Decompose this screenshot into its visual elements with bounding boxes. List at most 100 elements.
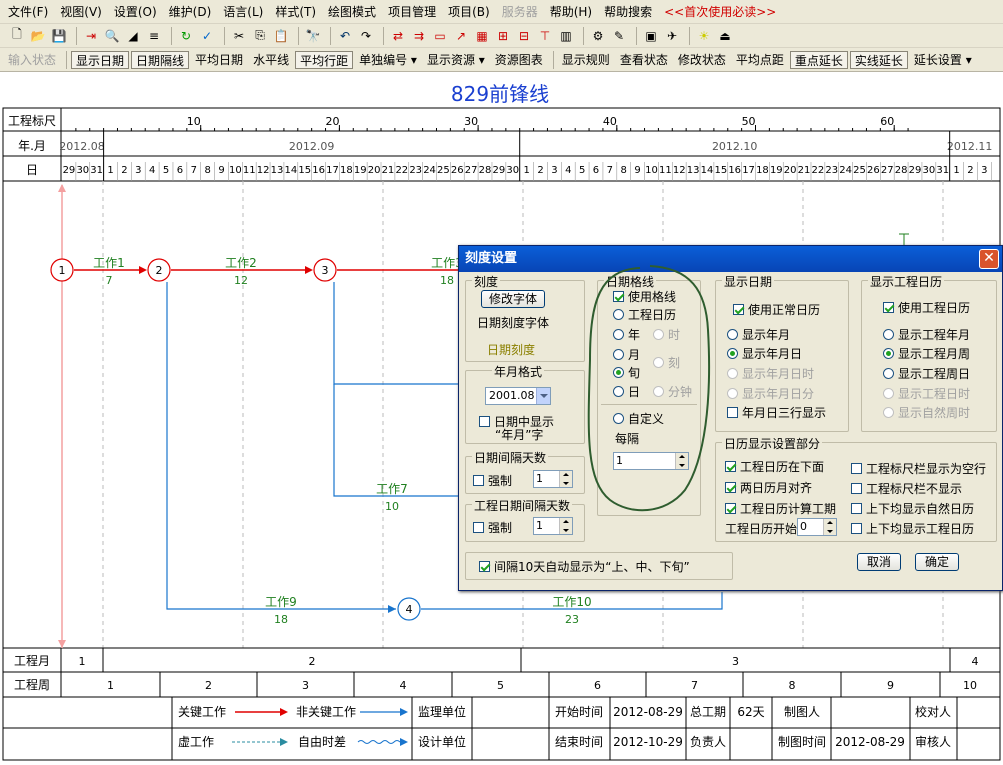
menu-item-1[interactable]: 视图(V)	[60, 3, 102, 20]
toggle-11[interactable]: 修改状态	[674, 51, 730, 69]
radio-minute[interactable]: 分钟	[653, 383, 692, 400]
both-proj-checkbox[interactable]: 上下均显示工程日历	[851, 520, 974, 537]
cut-icon[interactable]: ✂	[230, 27, 248, 45]
copy-icon[interactable]: ⎘	[251, 27, 269, 45]
close-icon[interactable]: ✕	[979, 249, 999, 269]
network-icon[interactable]: ⇄	[389, 27, 407, 45]
aircraft-icon[interactable]: ✈	[663, 27, 681, 45]
radio-year[interactable]: 年	[613, 326, 640, 343]
print-preview-icon[interactable]: 🔍	[103, 27, 121, 45]
redo-icon[interactable]: ↷	[357, 27, 375, 45]
ymd-three-rows-checkbox[interactable]: 年月日三行显示	[727, 404, 826, 421]
undo-icon[interactable]: ↶	[336, 27, 354, 45]
toggle-14[interactable]: 实线延长	[849, 50, 908, 69]
use-gridline-checkbox[interactable]: 使用格线	[613, 288, 676, 305]
menu-item-7[interactable]: 项目管理	[388, 3, 436, 20]
radio-show-proj-ym[interactable]: 显示工程年月	[883, 326, 970, 343]
radio-show-ymd[interactable]: 显示年月日	[727, 345, 802, 362]
triangle-icon[interactable]: ◢	[124, 27, 142, 45]
zoom-icon[interactable]: ⚙	[589, 27, 607, 45]
refresh-icon[interactable]: ↻	[177, 27, 195, 45]
ruler-hidden-checkbox[interactable]: 工程标尺栏不显示	[851, 480, 962, 497]
bar-icon[interactable]: ▭	[431, 27, 449, 45]
paste-icon[interactable]: 📋	[272, 27, 290, 45]
radio-xun[interactable]: 旬	[613, 364, 640, 381]
grid-icon[interactable]: ⊞	[494, 27, 512, 45]
radio-show-proj-ymweek[interactable]: 显示工程月周	[883, 345, 970, 362]
settings-icon[interactable]: ✎	[610, 27, 628, 45]
toggle-8[interactable]: 资源图表	[491, 51, 547, 69]
split-icon[interactable]: ⊟	[515, 27, 533, 45]
spin-buttons[interactable]	[559, 471, 572, 487]
spin-buttons[interactable]	[823, 519, 836, 535]
force-proj-interval-checkbox[interactable]: 强制	[473, 519, 512, 536]
modify-font-button[interactable]: 修改字体	[481, 290, 545, 308]
toggle-2[interactable]: 日期隔线	[131, 50, 190, 69]
date-interval-stepper[interactable]: 1	[533, 470, 573, 488]
menu-item-10[interactable]: 帮助(H)	[550, 3, 592, 20]
radio-proj-calendar[interactable]: 工程日历	[613, 306, 676, 323]
menu-item-8[interactable]: 项目(B)	[448, 3, 490, 20]
force-interval-checkbox[interactable]: 强制	[473, 472, 512, 489]
interval-stepper[interactable]: 1	[613, 452, 689, 470]
toggle-5[interactable]: 平均行距	[295, 50, 354, 69]
toggle-12[interactable]: 平均点距	[732, 51, 788, 69]
open-icon[interactable]: 📂	[29, 27, 47, 45]
menu-item-3[interactable]: 维护(D)	[169, 3, 212, 20]
radio-custom[interactable]: 自定义	[613, 410, 664, 427]
save-icon[interactable]: 💾	[50, 27, 68, 45]
toggle-15[interactable]: 延长设置 ▾	[910, 51, 976, 69]
radio-show-ym[interactable]: 显示年月	[727, 326, 790, 343]
bulb-icon[interactable]: ☀	[695, 27, 713, 45]
radio-show-proj-day[interactable]: 显示工程日时	[883, 385, 970, 402]
monitor-icon[interactable]: ▣	[642, 27, 660, 45]
menu-item-2[interactable]: 设置(O)	[114, 3, 157, 20]
menu-item-11[interactable]: 帮助搜索	[604, 3, 652, 20]
chevron-down-icon[interactable]	[536, 388, 550, 404]
toggle-4[interactable]: 水平线	[249, 51, 293, 69]
line-icon[interactable]: ↗	[452, 27, 470, 45]
exit-icon[interactable]: ⏏	[716, 27, 734, 45]
use-normal-cal-checkbox[interactable]: 使用正常日历	[733, 301, 820, 318]
use-proj-cal-checkbox[interactable]: 使用工程日历	[883, 299, 970, 316]
proj-date-interval-stepper[interactable]: 1	[533, 517, 573, 535]
toggle-3[interactable]: 平均日期	[191, 51, 247, 69]
spin-buttons[interactable]	[559, 518, 572, 534]
spin-buttons[interactable]	[675, 453, 688, 469]
find-icon[interactable]: 🔭	[304, 27, 322, 45]
two-cal-align-checkbox[interactable]: 两日历月对齐	[725, 479, 812, 496]
menu-item-5[interactable]: 样式(T)	[275, 3, 316, 20]
tree-icon[interactable]: ⊤	[536, 27, 554, 45]
radio-day[interactable]: 日	[613, 383, 640, 400]
toggle-13[interactable]: 重点延长	[789, 50, 848, 69]
toggle-7[interactable]: 显示资源 ▾	[423, 51, 489, 69]
cancel-button[interactable]: 取消	[857, 553, 901, 571]
radio-hour[interactable]: 时	[653, 326, 680, 343]
both-natural-checkbox[interactable]: 上下均显示自然日历	[851, 500, 974, 517]
menu-item-6[interactable]: 绘图模式	[328, 3, 376, 20]
proj-cal-compute-checkbox[interactable]: 工程日历计算工期	[725, 500, 836, 517]
radio-month[interactable]: 月	[613, 346, 640, 363]
proj-cal-below-checkbox[interactable]: 工程日历在下面	[725, 458, 824, 475]
ruler-empty-row-checkbox[interactable]: 工程标尺栏显示为空行	[851, 460, 986, 477]
list-icon[interactable]: ≡	[145, 27, 163, 45]
new-icon[interactable]: 🗋	[8, 27, 26, 45]
radio-quarter[interactable]: 刻	[653, 354, 680, 371]
toggle-6[interactable]: 单独编号 ▾	[355, 51, 421, 69]
radio-show-ymdhm[interactable]: 显示年月日分	[727, 385, 814, 402]
radio-show-proj-weekday[interactable]: 显示工程周日	[883, 365, 970, 382]
ym-format-select[interactable]: 2001.08	[485, 387, 551, 405]
proj-cal-start-stepper[interactable]: 0	[797, 518, 837, 536]
radio-show-natural-week[interactable]: 显示自然周时	[883, 404, 970, 421]
ok-button[interactable]: 确定	[915, 553, 959, 571]
auto-xun-checkbox[interactable]: 间隔10天自动显示为“上、中、下旬”	[479, 558, 690, 575]
toggle-1[interactable]: 显示日期	[71, 50, 130, 69]
export-icon[interactable]: ⇥	[82, 27, 100, 45]
check-icon[interactable]: ✓	[198, 27, 216, 45]
books-icon[interactable]: ▥	[557, 27, 575, 45]
toggle-10[interactable]: 查看状态	[616, 51, 672, 69]
timeline-icon[interactable]: ⇉	[410, 27, 428, 45]
menu-item-0[interactable]: 文件(F)	[8, 3, 48, 20]
calc-icon[interactable]: ▦	[473, 27, 491, 45]
toggle-9[interactable]: 显示规则	[558, 51, 614, 69]
